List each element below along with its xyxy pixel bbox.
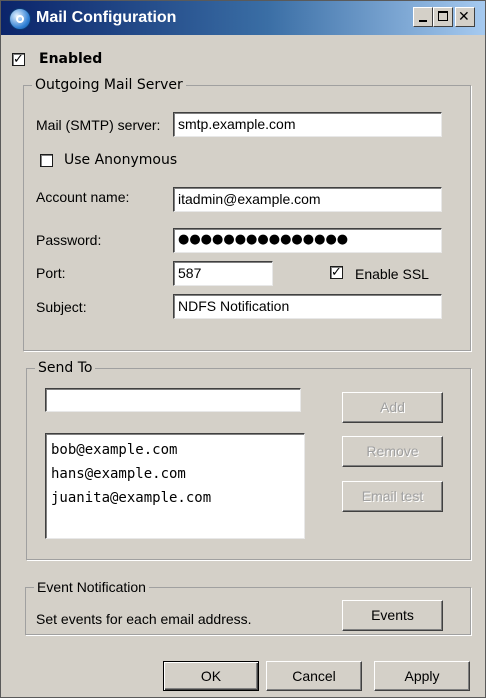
enable-ssl-checkbox[interactable]: ✓ [330,266,343,279]
subject-label: Subject: [36,299,87,315]
subject-input[interactable]: NDFS Notification [173,294,442,319]
close-icon: ✕ [458,9,470,25]
use-anonymous-label: Use Anonymous [64,152,178,168]
smtp-server-input[interactable]: smtp.example.com [173,112,442,137]
port-input[interactable]: 587 [173,261,273,286]
recipient-list[interactable]: bob@example.com hans@example.com juanita… [45,433,305,539]
email-test-button[interactable]: Email test [342,481,443,512]
mail-configuration-window: Mail Configuration ✕ ✓ Enabled Outgoing … [0,0,486,698]
port-label: Port: [36,265,66,281]
cancel-button[interactable]: Cancel [266,661,362,691]
enabled-label: Enabled [39,51,103,67]
title-bar[interactable]: Mail Configuration ✕ [1,1,485,35]
minimize-button[interactable] [413,7,433,27]
window-title: Mail Configuration [36,9,177,26]
close-button[interactable]: ✕ [455,7,475,27]
enable-ssl-label: Enable SSL [355,266,429,282]
event-notification-description: Set events for each email address. [36,611,252,627]
minimize-icon [419,20,427,22]
apply-button[interactable]: Apply [374,661,470,691]
events-button[interactable]: Events [342,600,443,631]
smtp-server-label: Mail (SMTP) server: [36,117,161,133]
maximize-icon [438,11,448,21]
password-input[interactable]: ●●●●●●●●●●●●●●● [173,228,442,253]
maximize-button[interactable] [433,7,453,27]
list-item[interactable]: bob@example.com [51,438,299,462]
account-name-label: Account name: [36,189,130,205]
password-label: Password: [36,232,102,248]
recipient-email-input[interactable] [45,388,301,412]
remove-button[interactable]: Remove [342,436,443,467]
ok-button[interactable]: OK [163,661,259,691]
account-name-input[interactable]: itadmin@example.com [173,187,442,212]
event-notification-legend: Event Notification [37,579,146,595]
use-anonymous-checkbox[interactable] [40,154,53,167]
outgoing-mail-server-legend: Outgoing Mail Server [35,77,183,93]
list-item[interactable]: hans@example.com [51,462,299,486]
send-to-legend: Send To [38,360,93,376]
app-icon [9,8,31,30]
add-button[interactable]: Add [342,392,443,423]
enabled-checkbox[interactable]: ✓ [12,53,25,66]
list-item[interactable]: juanita@example.com [51,486,299,510]
